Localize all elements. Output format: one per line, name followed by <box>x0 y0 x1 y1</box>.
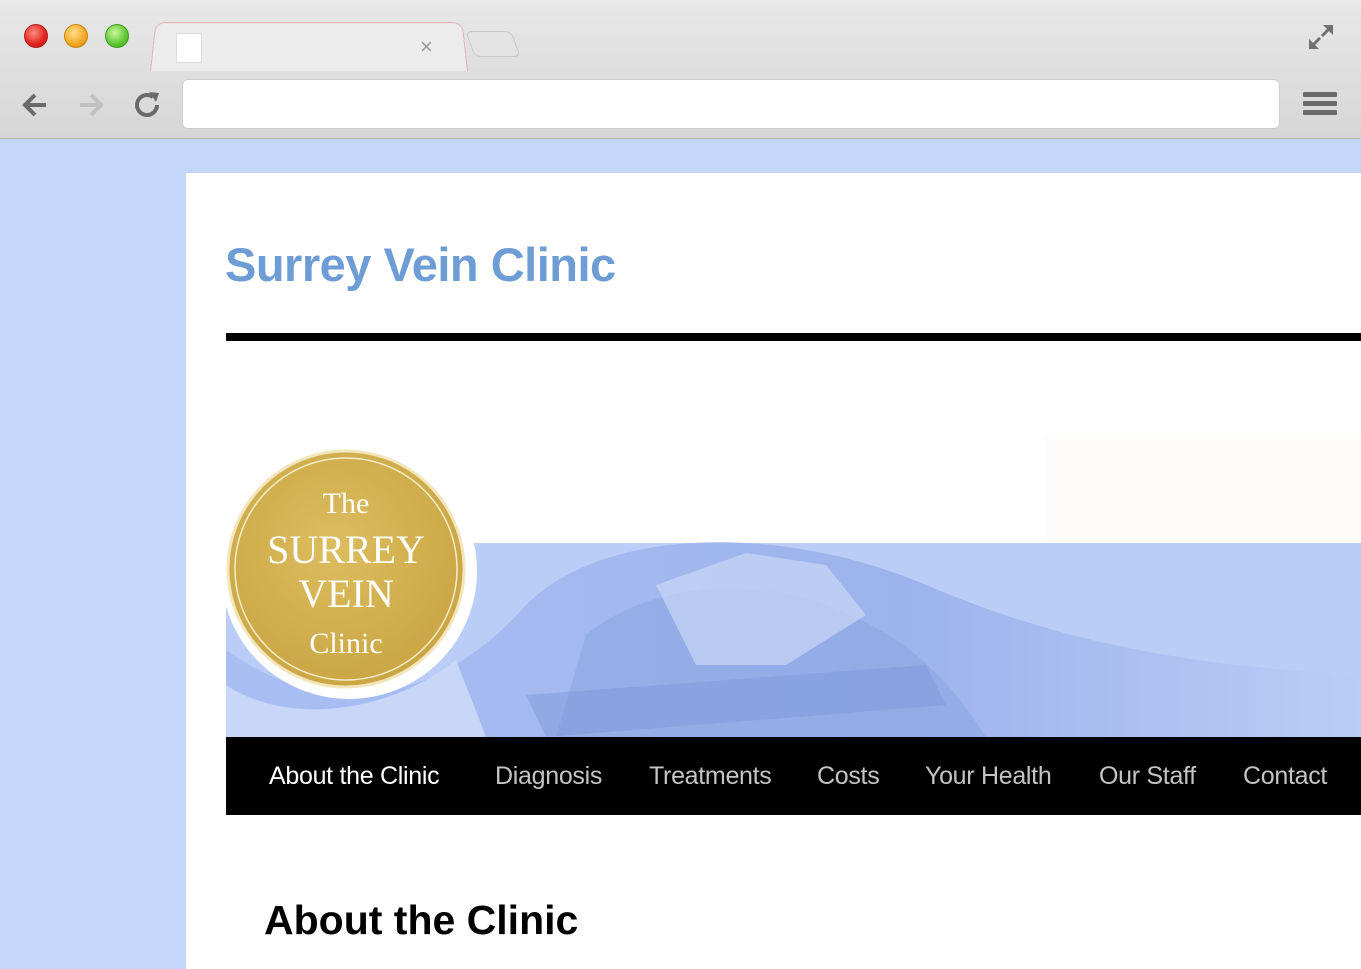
browser-chrome: × <box>0 0 1361 139</box>
main-navigation: About the Clinic Diagnosis Treatments Co… <box>226 737 1361 815</box>
close-window-button[interactable] <box>24 24 48 48</box>
nav-item-treatments[interactable]: Treatments <box>649 737 772 815</box>
tab-strip: × <box>0 0 1361 71</box>
nav-item-your-health[interactable]: Your Health <box>925 737 1052 815</box>
nav-item-our-staff[interactable]: Our Staff <box>1099 737 1196 815</box>
minimize-window-button[interactable] <box>64 24 88 48</box>
title-divider <box>226 333 1361 341</box>
fullscreen-icon[interactable] <box>1306 22 1336 52</box>
nav-item-contact[interactable]: Contact <box>1243 737 1327 815</box>
address-bar[interactable] <box>182 79 1280 129</box>
forward-arrow-icon[interactable] <box>74 86 108 124</box>
section-heading: About the Clinic <box>264 897 579 943</box>
nav-item-about[interactable]: About the Clinic <box>269 737 440 815</box>
page-favicon-icon <box>176 33 202 63</box>
reload-icon[interactable] <box>130 86 164 124</box>
nav-item-costs[interactable]: Costs <box>817 737 880 815</box>
site-title[interactable]: Surrey Vein Clinic <box>225 237 616 292</box>
logo-line-clinic: Clinic <box>309 627 382 660</box>
tab-close-icon[interactable]: × <box>420 34 433 60</box>
header-banner: The SURREY VEIN Clinic <box>226 435 1361 737</box>
logo-line-vein: VEIN <box>298 571 394 616</box>
banner-image: The SURREY VEIN Clinic <box>226 435 1361 737</box>
maximize-window-button[interactable] <box>105 24 129 48</box>
hamburger-menu-icon[interactable] <box>1303 92 1337 118</box>
logo-line-the: The <box>323 487 370 520</box>
page-content: Surrey Vein Clinic The SURREY VEIN Clini… <box>186 173 1361 969</box>
new-tab-button[interactable] <box>465 31 521 57</box>
back-arrow-icon[interactable] <box>18 86 52 124</box>
nav-item-diagnosis[interactable]: Diagnosis <box>495 737 602 815</box>
logo-line-surrey: SURREY <box>267 527 425 572</box>
